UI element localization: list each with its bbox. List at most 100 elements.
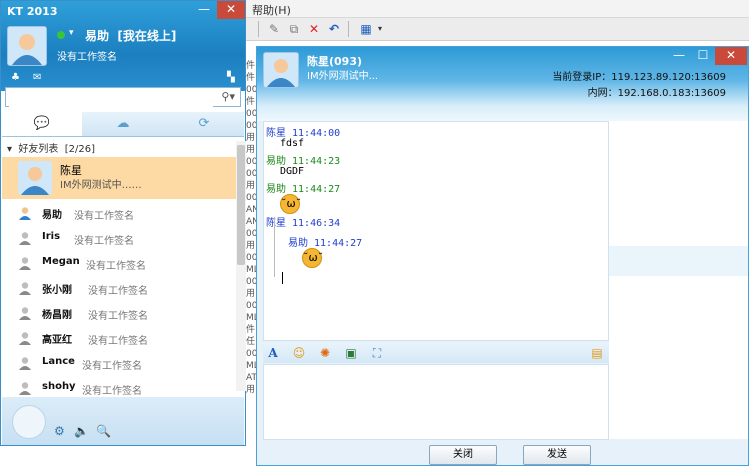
- connection-info: 当前登录IP：119.123.89.120:13609 内网：192.168.0…: [552, 70, 726, 102]
- kt-window-title: KT 2013: [7, 5, 58, 18]
- list-item-selected[interactable]: 陈星 IM外网测试中……: [2, 157, 236, 199]
- contact-signature: 没有工作签名: [82, 386, 142, 397]
- delete-icon[interactable]: ✕: [306, 21, 322, 37]
- background-toolbar: ✎ ⧉ ✕ ↶ ▦ ▾: [246, 18, 749, 41]
- search-input[interactable]: [9, 89, 213, 107]
- close-button[interactable]: ✕: [715, 47, 747, 65]
- undo-icon[interactable]: ↶: [326, 21, 342, 37]
- contact-signature: 没有工作签名: [86, 261, 146, 272]
- groups-icon: ☁: [116, 116, 130, 131]
- mail-icon[interactable]: ✉: [33, 72, 41, 83]
- search-icon[interactable]: ⚲▾: [221, 90, 235, 103]
- message-body: DGDF: [280, 166, 305, 177]
- chevron-down-icon[interactable]: ▾: [372, 21, 388, 37]
- contact-status-icon: [19, 332, 31, 345]
- screenshot-icon[interactable]: ⛶: [369, 345, 385, 361]
- contact-name: 张小刚: [42, 285, 72, 296]
- minimize-button[interactable]: —: [191, 1, 217, 19]
- message-header: 陈星 11:44:00: [266, 128, 341, 139]
- contact-signature: 没有工作签名: [74, 236, 134, 247]
- close-chat-button[interactable]: 关闭: [429, 445, 497, 465]
- tab-recent[interactable]: ⟳: [164, 112, 244, 136]
- chat-header: 陈星(093) IM外网测试中... — ☐ ✕ 当前登录IP：119.123.…: [257, 47, 748, 121]
- message-history[interactable]: 陈星 11:44:00 fdsf 易助 11:44:23 DGDF 易助 11:…: [263, 121, 609, 341]
- message-header: 易助 11:44:27: [266, 184, 341, 195]
- scrollbar-thumb[interactable]: [237, 145, 245, 265]
- list-item[interactable]: 高亚红 没有工作签名: [2, 326, 236, 351]
- copy-icon[interactable]: ⧉: [286, 21, 302, 37]
- message-header: 陈星 11:46:34: [266, 218, 341, 229]
- contact-status-icon: [19, 257, 31, 270]
- contact-status-icon: [19, 232, 31, 245]
- list-item[interactable]: Lance 没有工作签名: [2, 351, 236, 376]
- list-item[interactable]: shohy 没有工作签名: [2, 376, 236, 397]
- tab-contacts[interactable]: 💬: [2, 112, 82, 136]
- list-item[interactable]: Megan 没有工作签名: [2, 251, 236, 276]
- contact-name: Iris: [42, 231, 61, 242]
- image-icon[interactable]: ▣: [343, 345, 359, 361]
- online-status-icon[interactable]: [57, 31, 65, 39]
- contact-name: 杨昌刚: [42, 310, 72, 321]
- status-dropdown-icon[interactable]: ▾: [69, 28, 74, 38]
- list-item[interactable]: 杨昌刚 没有工作签名: [2, 301, 236, 326]
- chat-contact-signature: IM外网测试中...: [307, 71, 379, 82]
- search-box: ⚲▾: [5, 87, 241, 107]
- main-menu-avatar-icon[interactable]: [12, 405, 46, 439]
- contact-status-icon: [19, 357, 31, 370]
- login-ip: 当前登录IP：119.123.89.120:13609: [552, 72, 726, 83]
- contact-name: shohy: [42, 381, 76, 392]
- contacts-icon: 💬: [33, 116, 51, 131]
- contact-name: 易助: [42, 210, 62, 221]
- list-item[interactable]: 张小刚 没有工作签名: [2, 276, 236, 301]
- find-icon[interactable]: 🔍: [96, 424, 111, 438]
- settings-icon[interactable]: ⚙: [54, 424, 65, 438]
- kt-main-window: KT 2013 — ✕ ▾ 易助 [我在线上] 没有工作签名 ♣ ✉ ▚ ⚲▾ …: [0, 0, 246, 446]
- contact-list: 陈星 IM外网测试中…… 易助 没有工作签名 Iris 没有工作签名 Megan 没有工作…: [2, 157, 236, 397]
- group-header[interactable]: ▾ 好友列表 [2/26]: [7, 140, 95, 155]
- menu-help[interactable]: 帮助(H): [252, 2, 291, 18]
- close-button[interactable]: ✕: [217, 1, 245, 19]
- kt-tabs: 💬 ☁ ⟳: [2, 112, 244, 137]
- send-button[interactable]: 发送: [523, 445, 591, 465]
- toolbar-separator: [348, 21, 349, 37]
- contact-name: Megan: [42, 256, 80, 267]
- background-bottom: [0, 446, 258, 474]
- contact-signature: 没有工作签名: [88, 336, 148, 347]
- contact-avatar-icon: [264, 53, 298, 87]
- minimize-button[interactable]: —: [667, 47, 691, 65]
- chat-window: 陈星(093) IM外网测试中... — ☐ ✕ 当前登录IP：119.123.…: [256, 46, 749, 466]
- recent-icon: ⟳: [198, 116, 210, 131]
- avatar[interactable]: [263, 52, 299, 88]
- sound-icon[interactable]: 🔈: [74, 424, 89, 438]
- maximize-button[interactable]: ☐: [691, 47, 715, 65]
- tab-groups[interactable]: ☁: [83, 112, 163, 136]
- font-icon[interactable]: A: [265, 345, 281, 361]
- message-header: 易助 11:44:23: [266, 156, 341, 167]
- emoji-picker-icon[interactable]: ☺: [291, 345, 307, 361]
- edit-icon[interactable]: ✎: [266, 21, 282, 37]
- avatar[interactable]: [7, 26, 47, 66]
- contact-status-icon: [19, 307, 31, 320]
- background-menubar: 帮助(H): [246, 0, 749, 18]
- message-input[interactable]: [263, 364, 609, 440]
- side-panel-band: [609, 246, 748, 276]
- list-item[interactable]: 易助 没有工作签名: [2, 201, 236, 226]
- contact-avatar-icon: [18, 161, 52, 195]
- contact-signature: 没有工作签名: [88, 286, 148, 297]
- user-avatar-icon: [8, 27, 46, 65]
- emoji-icon: ˘ω˘: [280, 194, 301, 214]
- contact-signature: 没有工作签名: [88, 311, 148, 322]
- text-cursor: [282, 272, 283, 284]
- chat-side-panel: [609, 121, 748, 439]
- message-header: 易助 11:44:27: [288, 238, 363, 249]
- avatar: [18, 161, 52, 195]
- user-name: 易助 [我在线上]: [85, 29, 177, 43]
- contact-list-scrollbar[interactable]: [236, 141, 246, 391]
- history-icon[interactable]: ▤: [589, 345, 605, 361]
- quote-line: [274, 217, 275, 277]
- apps-icon[interactable]: ▚: [227, 72, 235, 83]
- shake-icon[interactable]: ✺: [317, 345, 333, 361]
- list-item[interactable]: Iris 没有工作签名: [2, 226, 236, 251]
- user-signature[interactable]: 没有工作签名: [57, 48, 117, 63]
- tree-icon[interactable]: ♣: [11, 72, 20, 83]
